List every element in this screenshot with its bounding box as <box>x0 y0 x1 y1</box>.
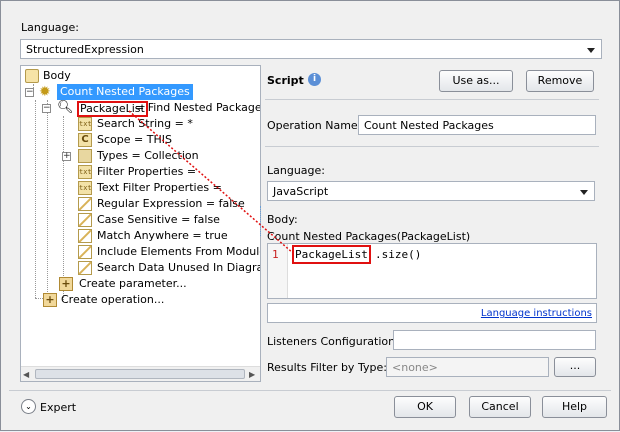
expand-circle-icon[interactable]: ⌄ <box>21 399 36 414</box>
help-button[interactable]: Help <box>542 396 607 418</box>
cancel-button[interactable]: Cancel <box>469 396 531 418</box>
connector-line <box>128 110 294 254</box>
results-filter-label: Results Filter by Type: <box>267 361 387 374</box>
listeners-input[interactable] <box>393 330 596 350</box>
listeners-label: Listeners Configuration: <box>267 335 399 348</box>
expert-label[interactable]: Expert <box>40 401 76 414</box>
ok-button[interactable]: OK <box>394 396 456 418</box>
browse-button[interactable]: ... <box>554 357 596 377</box>
dialog-window: Language: StructuredExpression Body − ✹ … <box>0 0 620 431</box>
footer-divider <box>9 390 611 391</box>
results-filter-input[interactable]: <none> <box>386 357 549 377</box>
